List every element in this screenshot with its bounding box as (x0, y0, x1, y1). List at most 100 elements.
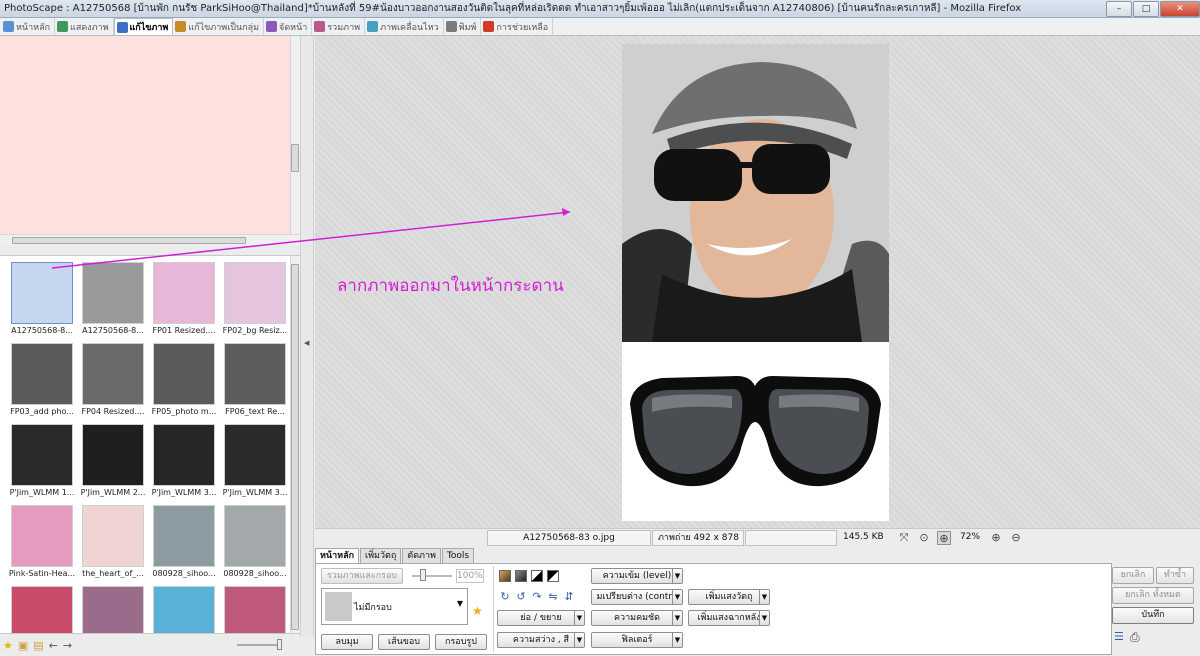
tab-2[interactable]: แก้ไขภาพ (113, 18, 174, 35)
collapse-arrow-icon[interactable]: ◀ (304, 339, 309, 347)
thumbnail-item[interactable]: 080928_sihoo... (220, 505, 290, 583)
frame-slider-knob[interactable] (420, 569, 426, 581)
thumbnail-item[interactable]: FP04 Resized.... (78, 343, 148, 421)
zoom-in-icon[interactable]: ⊕ (989, 531, 1003, 545)
tab-icon (314, 21, 326, 32)
thumbnail-item[interactable]: Pink-Satin-Hea... (7, 505, 77, 583)
list-view-icon[interactable]: ☰ (1114, 630, 1124, 643)
negative-swatch-icon[interactable] (547, 570, 559, 582)
thumbnail-item[interactable] (220, 586, 290, 633)
tab-1[interactable]: แสดงภาพ (55, 18, 114, 35)
subtab-add-object[interactable]: เพิ่มวัตถุ (360, 548, 402, 564)
thumbnail-item[interactable]: P'Jim_WLMM 3... (149, 424, 219, 502)
thumbnail-item[interactable]: P'Jim_WLMM 2... (78, 424, 148, 502)
dropdown-caret-icon[interactable]: ▼ (759, 590, 769, 604)
thumbnail-item[interactable]: the_heart_of_... (78, 505, 148, 583)
auto-level-swatch-icon[interactable] (499, 570, 511, 582)
scroll-thumb[interactable] (291, 264, 299, 630)
dropdown-caret-icon[interactable]: ▼ (574, 633, 584, 647)
dropdown-caret-icon[interactable]: ▼ (759, 611, 769, 625)
tab-4[interactable]: จัดหน้า (264, 18, 313, 35)
image-page[interactable] (622, 44, 889, 521)
rotate-icon[interactable]: ↻ (498, 590, 512, 604)
subtab-crop[interactable]: ตัดภาพ (402, 548, 441, 564)
thumbnail-item[interactable]: A12750568-8... (78, 262, 148, 340)
dropdown-caret-icon[interactable]: ▼ (672, 633, 682, 647)
merge-frame-button[interactable]: รวมภาพและกรอบ (321, 568, 403, 584)
folder-tree-hscroll[interactable] (0, 234, 300, 245)
frame-percent[interactable]: 100% (456, 569, 484, 583)
thumbnail-item[interactable]: FP06_text Re... (220, 343, 290, 421)
redo-button[interactable]: ทำซ้ำ (1156, 567, 1194, 584)
dropdown-caret-icon[interactable]: ▼ (672, 569, 682, 583)
grayscale-swatch-icon[interactable] (531, 570, 543, 582)
folder-tree-panel[interactable] (0, 36, 290, 234)
favorite-star-icon[interactable]: ★ (3, 639, 13, 652)
frame-slider-track[interactable] (412, 575, 452, 577)
border-button[interactable]: เส้นขอบ (378, 634, 430, 650)
tab-7[interactable]: พิมพ์ (444, 18, 482, 35)
contrast-button[interactable]: มเปรียบต่าง (contra ▼ (591, 589, 683, 605)
tab-8[interactable]: การช่วยเหลือ (481, 18, 554, 35)
tab-6[interactable]: ภาพเคลื่อนไหว (365, 18, 444, 35)
brightness-color-button[interactable]: ความสว่าง , สี ▼ (497, 632, 585, 648)
frame-button[interactable]: กรอบรูป (435, 634, 487, 650)
thumbnail-item[interactable]: FP03_add pho... (7, 343, 77, 421)
favorite-frame-star-icon[interactable]: ★ (472, 604, 483, 618)
thumbnail-vscroll[interactable] (290, 256, 300, 633)
back-arrow-icon[interactable]: ← (49, 639, 58, 652)
panel-divider[interactable] (0, 245, 300, 255)
thumbnail-item[interactable] (149, 586, 219, 633)
flip-vertical-icon[interactable]: ⇵ (562, 590, 576, 604)
subtab-home[interactable]: หน้าหลัก (315, 548, 360, 564)
zoom-out-icon[interactable]: ⊖ (1009, 531, 1023, 545)
scroll-thumb[interactable] (12, 237, 246, 244)
flip-horizontal-icon[interactable]: ⇋ (546, 590, 560, 604)
dropdown-caret-icon[interactable]: ▼ (672, 590, 682, 604)
thumbnail-item[interactable]: P'Jim_WLMM 1... (7, 424, 77, 502)
filter-button[interactable]: ฟิลเตอร์ ▼ (591, 632, 683, 648)
dropdown-caret-icon[interactable]: ▼ (574, 611, 584, 625)
folder-icon[interactable]: ▣ (18, 639, 28, 652)
thumbnail-item[interactable]: FP05_photo m... (149, 343, 219, 421)
scroll-thumb[interactable] (291, 144, 299, 172)
level-button[interactable]: ความเข้ม (level) ▼ (591, 568, 683, 584)
undo-button[interactable]: ยกเลิก (1112, 567, 1154, 584)
backlight-object-button[interactable]: เพิ่มแสงวัตถุ ▼ (688, 589, 770, 605)
print-icon[interactable]: ⎙ (1130, 630, 1140, 645)
folder-tree-vscroll[interactable] (290, 36, 300, 234)
backlight-background-button[interactable]: เพิ่มแสงฉากหลัง ▼ (688, 610, 770, 626)
forward-arrow-icon[interactable]: → (63, 639, 72, 652)
tab-3[interactable]: แก้ไขภาพเป็นกลุ่ม (173, 18, 265, 35)
thumbnail-item[interactable]: 080928_sihoo... (149, 505, 219, 583)
editor-canvas[interactable]: ลากภาพออกมาในหน้ากระดาน (315, 36, 1200, 528)
actual-size-icon[interactable]: ⤧ (897, 531, 911, 545)
resize-button[interactable]: ย่อ / ขยาย ▼ (497, 610, 585, 626)
rotate-left-icon[interactable]: ↺ (514, 590, 528, 604)
sharpen-button[interactable]: ความคมชัด ▼ (591, 610, 683, 626)
zoom-fit-window-icon[interactable]: ⊕ (937, 531, 951, 545)
save-button[interactable]: บันทึก (1112, 607, 1194, 624)
rotate-right-icon[interactable]: ↷ (530, 590, 544, 604)
round-corner-button[interactable]: ลบมุม (321, 634, 373, 650)
auto-contrast-swatch-icon[interactable] (515, 570, 527, 582)
folder-open-icon[interactable]: ▤ (33, 639, 43, 652)
thumbnail-item[interactable]: FP01 Resized.... (149, 262, 219, 340)
dropdown-caret-icon[interactable]: ▼ (672, 611, 682, 625)
maximize-button[interactable]: □ (1133, 0, 1159, 17)
thumbnail-item[interactable]: FP02_bg Resiz... (220, 262, 290, 340)
tab-5[interactable]: รวมภาพ (312, 18, 366, 35)
panel-splitter[interactable]: ◀ (300, 36, 314, 636)
thumbnail-item[interactable] (7, 586, 77, 633)
subtab-tools[interactable]: Tools (441, 548, 475, 564)
thumbnail-item[interactable]: P'Jim_WLMM 3... (220, 424, 290, 502)
tab-0[interactable]: หน้าหลัก (1, 18, 56, 35)
thumbnail-item[interactable]: A12750568-8... (7, 262, 77, 340)
thumbnail-size-slider[interactable] (237, 639, 283, 650)
minimize-button[interactable]: – (1106, 0, 1132, 17)
frame-dropdown[interactable]: ไม่มีกรอบ ▼ (321, 588, 468, 625)
close-button[interactable]: ✕ (1160, 0, 1200, 17)
zoom-fit-icon[interactable]: ⊙ (917, 531, 931, 545)
thumbnail-item[interactable] (78, 586, 148, 633)
undo-all-button[interactable]: ยกเลิก ทั้งหมด (1112, 587, 1194, 604)
